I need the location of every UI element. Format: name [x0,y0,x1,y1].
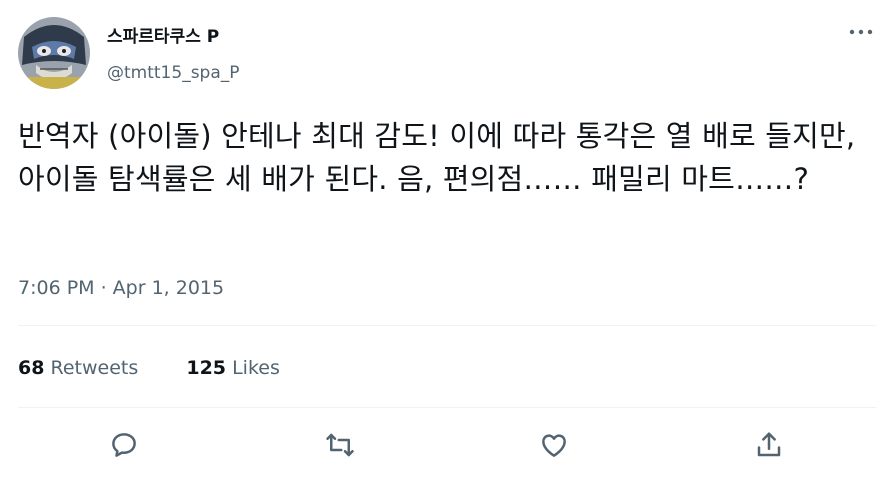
share-icon [757,432,781,457]
more-button[interactable] [845,20,877,44]
avatar[interactable] [18,17,90,89]
more-icon [849,29,873,35]
reply-icon [112,433,136,457]
like-button[interactable] [536,427,572,463]
retweet-button[interactable] [322,427,358,463]
likes-stat[interactable]: 125 Likes [180,357,280,379]
tweet-stats: 68 Retweets 125 Likes [18,355,280,381]
display-name[interactable]: 스파르타쿠스 P [107,26,219,48]
user-handle[interactable]: @tmtt15_spa_P [107,62,240,84]
tweet-timestamp[interactable]: 7:06 PM · Apr 1, 2015 [18,276,224,300]
divider [18,325,876,326]
reply-button[interactable] [106,427,142,463]
retweets-label: Retweets [50,357,139,379]
like-icon [542,434,566,457]
likes-count: 125 [186,357,227,379]
retweets-count: 68 [18,357,45,379]
share-button[interactable] [751,427,787,463]
retweet-icon [326,433,354,457]
tweet-text: 반역자 (아이돌) 안테나 최대 감도! 이에 따라 통각은 열 배로 들지만,… [18,119,856,196]
likes-label: Likes [232,357,280,379]
divider [18,407,876,408]
retweets-stat[interactable]: 68 Retweets [18,357,144,379]
